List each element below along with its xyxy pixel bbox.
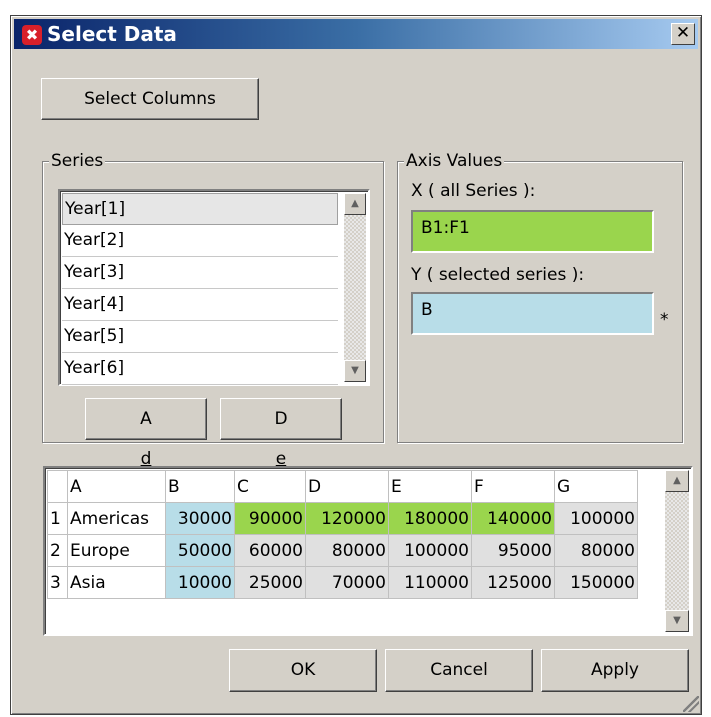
grid-header-row: A B C D E F G: [47, 470, 638, 503]
corner-cell: [47, 470, 68, 503]
grid-cell[interactable]: 150000: [554, 566, 638, 599]
column-header[interactable]: E: [388, 470, 472, 503]
grid-cell[interactable]: 125000: [471, 566, 555, 599]
title-bar: ✖ Select Data ✕: [14, 19, 698, 49]
grid-cell[interactable]: 80000: [305, 534, 389, 567]
axis-values-group: Axis Values X ( all Series ): B1:F1 Y ( …: [397, 151, 683, 443]
close-icon: ✕: [675, 23, 691, 43]
series-legend: Series: [49, 151, 106, 171]
grid-cell[interactable]: 110000: [388, 566, 472, 599]
series-group: Series Year[1] Year[2] Year[3] Year[4] Y…: [42, 151, 384, 509]
series-item[interactable]: Year[1]: [62, 193, 338, 225]
series-listbox[interactable]: Year[1] Year[2] Year[3] Year[4] Year[5] …: [58, 189, 370, 386]
x-axis-label: X ( all Series ):: [411, 181, 536, 201]
column-header[interactable]: D: [305, 470, 389, 503]
column-header[interactable]: B: [165, 470, 235, 503]
grid-cell[interactable]: Americas: [67, 502, 166, 535]
grid-cell[interactable]: 60000: [234, 534, 306, 567]
add-button[interactable]: Add: [85, 398, 207, 509]
grid-cell[interactable]: 100000: [388, 534, 472, 567]
grid-cell[interactable]: 70000: [305, 566, 389, 599]
grid-cell[interactable]: 25000: [234, 566, 306, 599]
grid-cell[interactable]: Asia: [67, 566, 166, 599]
series-item[interactable]: Year[5]: [62, 321, 338, 353]
grid-cell[interactable]: 10000: [165, 566, 235, 599]
grid-scrollbar[interactable]: ▲ ▼: [665, 470, 689, 632]
column-header[interactable]: C: [234, 470, 306, 503]
table-row: 1 Americas 30000 90000 120000 180000 140…: [47, 502, 638, 535]
table-row: 2 Europe 50000 60000 80000 100000 95000 …: [47, 534, 638, 567]
y-range-field[interactable]: B: [411, 292, 654, 335]
apply-button[interactable]: Apply: [541, 649, 689, 692]
grid-cell[interactable]: 50000: [165, 534, 235, 567]
series-item[interactable]: Year[4]: [62, 289, 338, 321]
data-grid[interactable]: A B C D E F G 1 Americas 30000 90000 120…: [43, 466, 693, 636]
row-number: 1: [47, 502, 68, 535]
delete-button[interactable]: Delete: [220, 398, 342, 509]
resize-grip-icon[interactable]: [683, 696, 699, 712]
axis-values-legend: Axis Values: [404, 151, 505, 171]
grid-cell[interactable]: 120000: [305, 502, 389, 535]
series-scrollbar[interactable]: ▲ ▼: [344, 193, 366, 382]
grid-cell[interactable]: 90000: [234, 502, 306, 535]
required-asterisk: *: [660, 310, 669, 330]
column-header[interactable]: G: [554, 470, 638, 503]
select-columns-button[interactable]: Select Columns: [41, 78, 259, 120]
grid-cell[interactable]: 140000: [471, 502, 555, 535]
select-data-dialog: ✖ Select Data ✕ Select Columns Series Ye…: [10, 15, 702, 715]
ok-button[interactable]: OK: [229, 649, 377, 692]
table-row: 3 Asia 10000 25000 70000 110000 125000 1…: [47, 566, 638, 599]
grid-cell[interactable]: 180000: [388, 502, 472, 535]
grid-cell[interactable]: 30000: [165, 502, 235, 535]
y-axis-label: Y ( selected series ):: [411, 265, 585, 285]
column-header[interactable]: A: [67, 470, 166, 503]
dialog-title: Select Data: [47, 22, 177, 46]
scroll-down-icon[interactable]: ▼: [344, 360, 366, 382]
cancel-button[interactable]: Cancel: [385, 649, 533, 692]
scroll-down-icon[interactable]: ▼: [665, 610, 689, 632]
column-header[interactable]: F: [471, 470, 555, 503]
series-item[interactable]: Year[2]: [62, 225, 338, 257]
grid-cell[interactable]: Europe: [67, 534, 166, 567]
row-number: 2: [47, 534, 68, 567]
grid-cell[interactable]: 100000: [554, 502, 638, 535]
grid-cell[interactable]: 95000: [471, 534, 555, 567]
scroll-up-icon[interactable]: ▲: [344, 193, 366, 215]
scroll-up-icon[interactable]: ▲: [665, 470, 689, 492]
grid-cell[interactable]: 80000: [554, 534, 638, 567]
close-button[interactable]: ✕: [671, 23, 695, 45]
row-number: 3: [47, 566, 68, 599]
series-item[interactable]: Year[3]: [62, 257, 338, 289]
x-range-field[interactable]: B1:F1: [411, 210, 654, 253]
app-icon: ✖: [22, 25, 42, 45]
series-item[interactable]: Year[6]: [62, 353, 338, 385]
